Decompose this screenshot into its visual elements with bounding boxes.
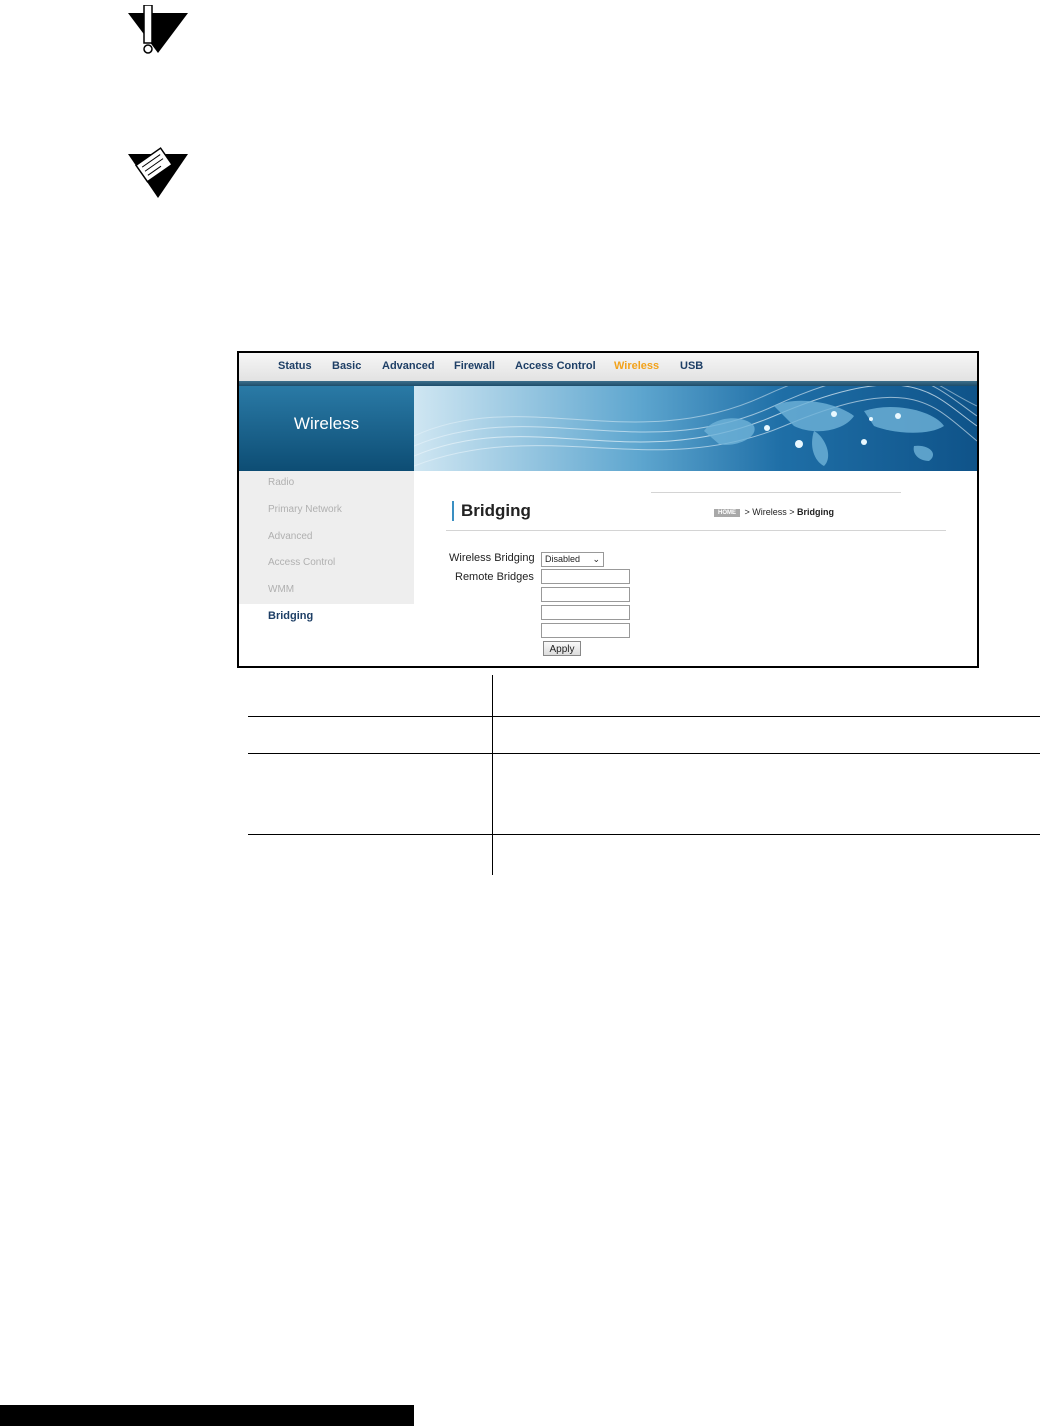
breadcrumb-home[interactable]: HOME <box>714 508 740 517</box>
sidebar <box>239 471 414 604</box>
wireless-bridging-select[interactable]: Disabled ⌄ <box>541 552 604 567</box>
banner-title-panel: Wireless <box>239 386 414 471</box>
caution-icon <box>128 5 188 54</box>
table-row-divider <box>248 834 1040 835</box>
title-divider <box>446 530 946 531</box>
breadcrumb-path: > Wireless > <box>744 507 795 517</box>
apply-button[interactable]: Apply <box>543 641 581 656</box>
chevron-down-icon: ⌄ <box>592 554 600 564</box>
banner-title: Wireless <box>293 414 360 433</box>
table-column-divider <box>492 675 493 875</box>
remote-bridge-field-2[interactable] <box>541 587 630 602</box>
world-map-graphic <box>414 386 977 467</box>
nav-basic[interactable]: Basic <box>332 360 361 372</box>
sidebar-item-wmm[interactable]: WMM <box>268 584 294 595</box>
remote-bridge-field-4[interactable] <box>541 623 630 638</box>
table-row-divider <box>248 753 1040 754</box>
sidebar-item-advanced[interactable]: Advanced <box>268 531 312 542</box>
footer-bar <box>0 1405 414 1426</box>
nav-firewall[interactable]: Firewall <box>454 360 495 372</box>
nav-wireless[interactable]: Wireless <box>614 360 659 372</box>
router-screenshot: Status Basic Advanced Firewall Access Co… <box>237 351 979 668</box>
breadcrumb-current: Bridging <box>797 507 835 517</box>
wireless-bridging-label: Wireless Bridging <box>449 552 535 564</box>
breadcrumb: HOME > Wireless > Bridging <box>714 507 834 517</box>
page-title: Bridging <box>452 501 531 521</box>
remote-bridge-field-3[interactable] <box>541 605 630 620</box>
note-icon <box>128 147 188 198</box>
wireless-bridging-value: Disabled <box>545 554 581 564</box>
table-row-divider <box>248 716 1040 717</box>
sidebar-item-primary-network[interactable]: Primary Network <box>268 504 342 515</box>
banner-world-map <box>414 386 977 471</box>
nav-usb[interactable]: USB <box>680 360 703 372</box>
nav-advanced[interactable]: Advanced <box>382 360 435 372</box>
sidebar-item-access-control[interactable]: Access Control <box>268 557 335 568</box>
top-nav: Status Basic Advanced Firewall Access Co… <box>239 353 977 382</box>
sidebar-item-radio[interactable]: Radio <box>268 477 294 488</box>
nav-access-control[interactable]: Access Control <box>515 360 596 372</box>
remote-bridge-field-1[interactable] <box>541 569 630 584</box>
breadcrumb-rule <box>651 492 901 493</box>
nav-status[interactable]: Status <box>278 360 312 372</box>
remote-bridges-label: Remote Bridges <box>455 571 534 583</box>
sidebar-item-bridging[interactable]: Bridging <box>268 610 313 622</box>
